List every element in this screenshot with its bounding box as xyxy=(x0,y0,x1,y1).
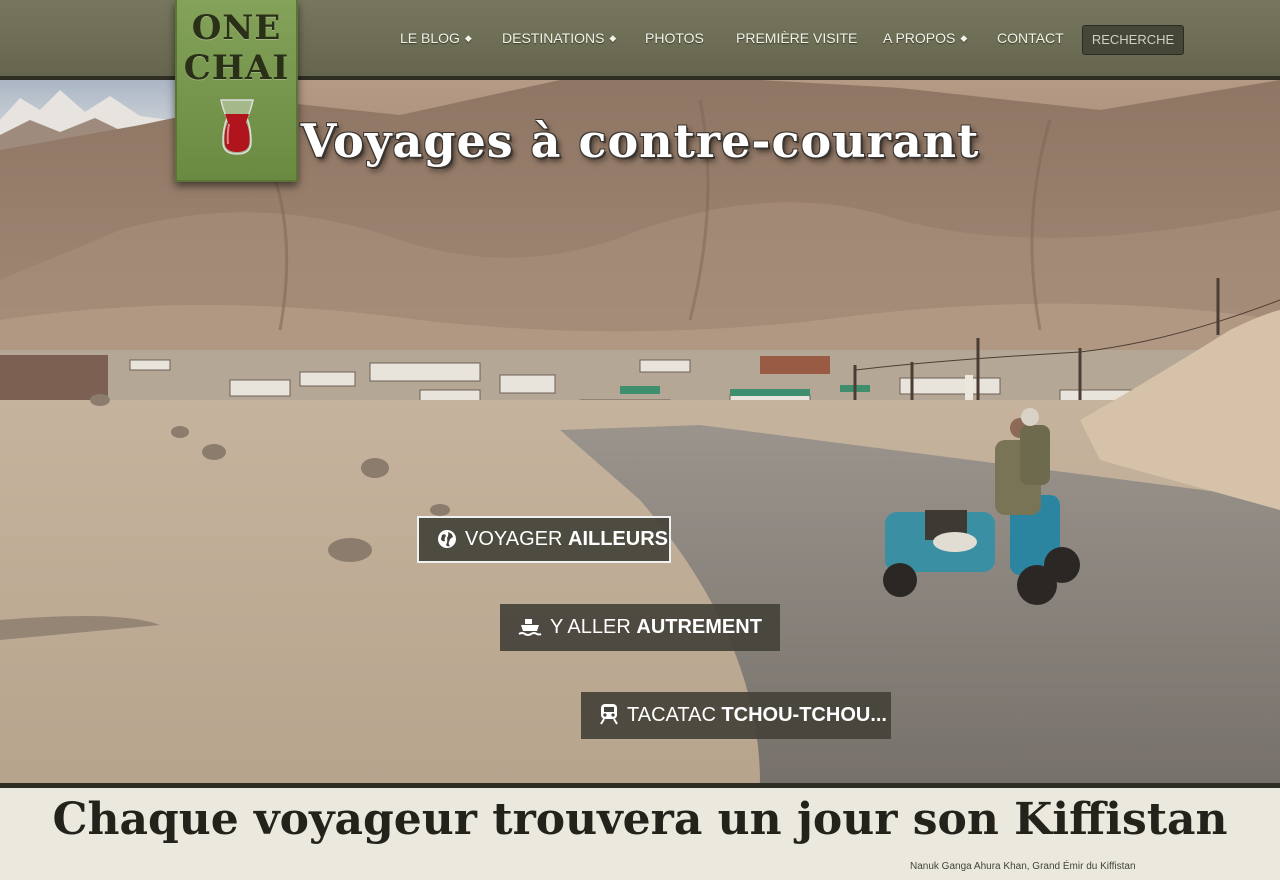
cta-strong-text: AUTREMENT xyxy=(636,616,762,638)
nav-item-label: PREMIÈRE VISITE xyxy=(736,30,858,46)
chevron-down-icon: ◆ xyxy=(464,33,472,43)
nav-item-photos[interactable]: PHOTOS xyxy=(645,30,704,50)
logo-text-line1: ONE xyxy=(191,8,282,48)
cta-strong-text: TCHOU-TCHOU... xyxy=(721,704,887,726)
nav-item-label: DESTINATIONS xyxy=(502,30,605,46)
nav-item-label: LE BLOG xyxy=(400,30,460,46)
nav-item-label: A PROPOS xyxy=(883,30,956,46)
nav-item-contact[interactable]: CONTACT xyxy=(997,30,1064,50)
quote-attribution: Nanuk Ganga Ahura Khan, Grand Émir du Ki… xyxy=(910,861,1136,872)
cta-strong-text: AILLEURS xyxy=(568,528,668,550)
chevron-down-icon: ◆ xyxy=(960,33,968,43)
cta-light-text: VOYAGER xyxy=(465,528,563,550)
tea-glass-icon xyxy=(219,99,254,155)
cta-light-text: Y ALLER xyxy=(550,616,631,638)
chevron-down-icon: ◆ xyxy=(609,33,617,43)
nav-item-label: PHOTOS xyxy=(645,30,704,46)
site-logo[interactable]: ONE CHAI xyxy=(175,0,298,182)
hero-section: Voyages à contre-courant VOYAGER AILLEUR… xyxy=(0,80,1280,783)
train-icon xyxy=(600,704,618,725)
nav-item-premiere-visite[interactable]: PREMIÈRE VISITE xyxy=(736,30,857,50)
globe-icon xyxy=(438,530,456,548)
cta-y-aller-autrement-button[interactable]: Y ALLER AUTREMENT xyxy=(500,604,780,651)
nav-item-a-propos[interactable]: A PROPOS ◆ xyxy=(883,30,967,50)
cta-voyager-ailleurs-button[interactable]: VOYAGER AILLEURS xyxy=(417,516,671,563)
nav-item-le-blog[interactable]: LE BLOG ◆ xyxy=(400,30,472,50)
search-button[interactable]: RECHERCHE xyxy=(1082,25,1184,55)
ship-icon xyxy=(518,619,542,636)
logo-text-line2: CHAI xyxy=(183,48,290,88)
hero-landscape-image xyxy=(0,80,1280,783)
nav-item-label: CONTACT xyxy=(997,30,1064,46)
nav-item-destinations[interactable]: DESTINATIONS ◆ xyxy=(502,30,616,50)
quote-text: Chaque voyageur trouvera un jour son Kif… xyxy=(52,794,1228,845)
cta-light-text: TACATAC xyxy=(627,704,716,726)
cta-tacatac-tchou-tchou-button[interactable]: TACATAC TCHOU-TCHOU... xyxy=(581,692,891,739)
quote-band: Chaque voyageur trouvera un jour son Kif… xyxy=(0,783,1280,880)
